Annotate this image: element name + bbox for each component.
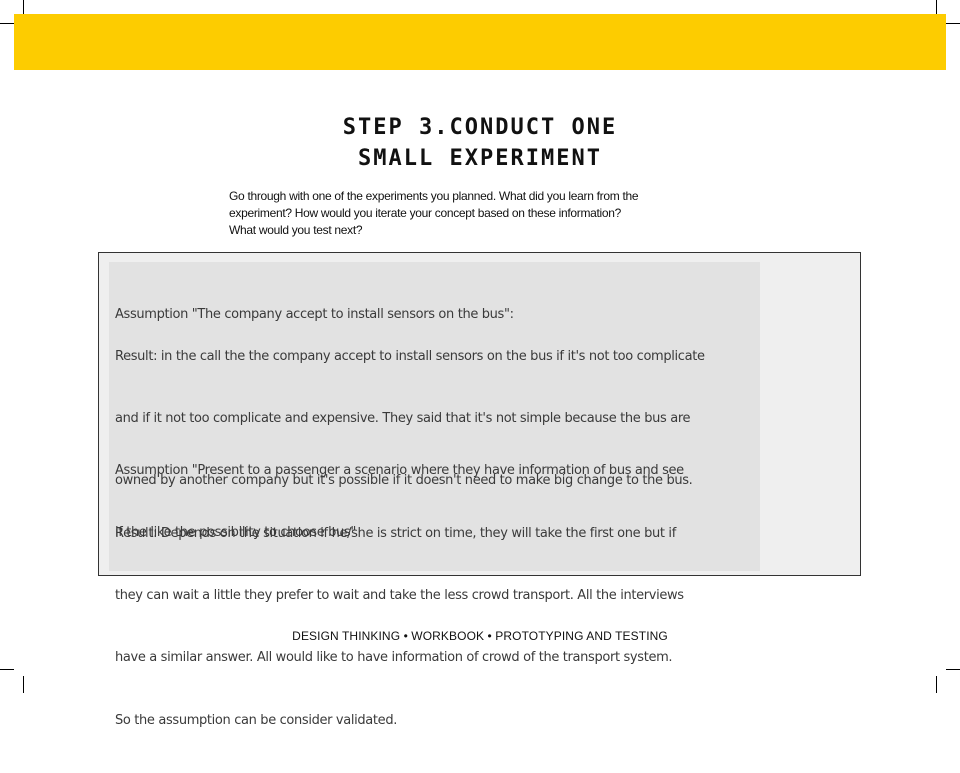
crop-mark-bottom-left-v <box>23 676 24 693</box>
crop-mark-top-left-v <box>23 0 24 14</box>
result-1-line: Result: in the call the the company acce… <box>115 348 705 364</box>
result-2: Result: Depends on the situation if he/s… <box>115 482 775 773</box>
assumption-2-line: Assumption "Present to a passenger a sce… <box>115 462 684 478</box>
crop-mark-top-left-h <box>0 23 14 24</box>
page-title: STEP 3.CONDUCT ONE SMALL EXPERIMENT <box>0 112 960 174</box>
answer-panel: Assumption "The company accept to instal… <box>98 252 861 728</box>
title-line-1: STEP 3.CONDUCT ONE <box>342 115 618 140</box>
instructions-line-3: What would you test next? <box>229 223 363 237</box>
crop-mark-bottom-right-h <box>946 669 960 670</box>
crop-mark-bottom-left-h <box>0 669 14 670</box>
result-2-line: Result: Depends on the situation if he/s… <box>115 525 676 541</box>
footer-breadcrumb: DESIGN THINKING • WORKBOOK • PROTOTYPING… <box>292 629 668 643</box>
crop-mark-top-right-h <box>946 23 960 24</box>
instructions-line-1: Go through with one of the experiments y… <box>229 189 639 203</box>
instructions: Go through with one of the experiments y… <box>229 188 699 239</box>
result-2-line: have a similar answer. All would like to… <box>115 650 673 666</box>
result-2-line: they can wait a little they prefer to wa… <box>115 587 684 603</box>
instructions-line-2: experiment? How would you iterate your c… <box>229 206 622 220</box>
header-banner <box>14 14 946 70</box>
result-2-line: So the assumption can be consider valida… <box>115 712 398 728</box>
answer-content-box[interactable]: Assumption "The company accept to instal… <box>109 262 760 728</box>
crop-mark-top-right-v <box>936 0 937 14</box>
title-line-2: SMALL EXPERIMENT <box>358 146 602 171</box>
crop-mark-bottom-right-v <box>936 676 937 693</box>
